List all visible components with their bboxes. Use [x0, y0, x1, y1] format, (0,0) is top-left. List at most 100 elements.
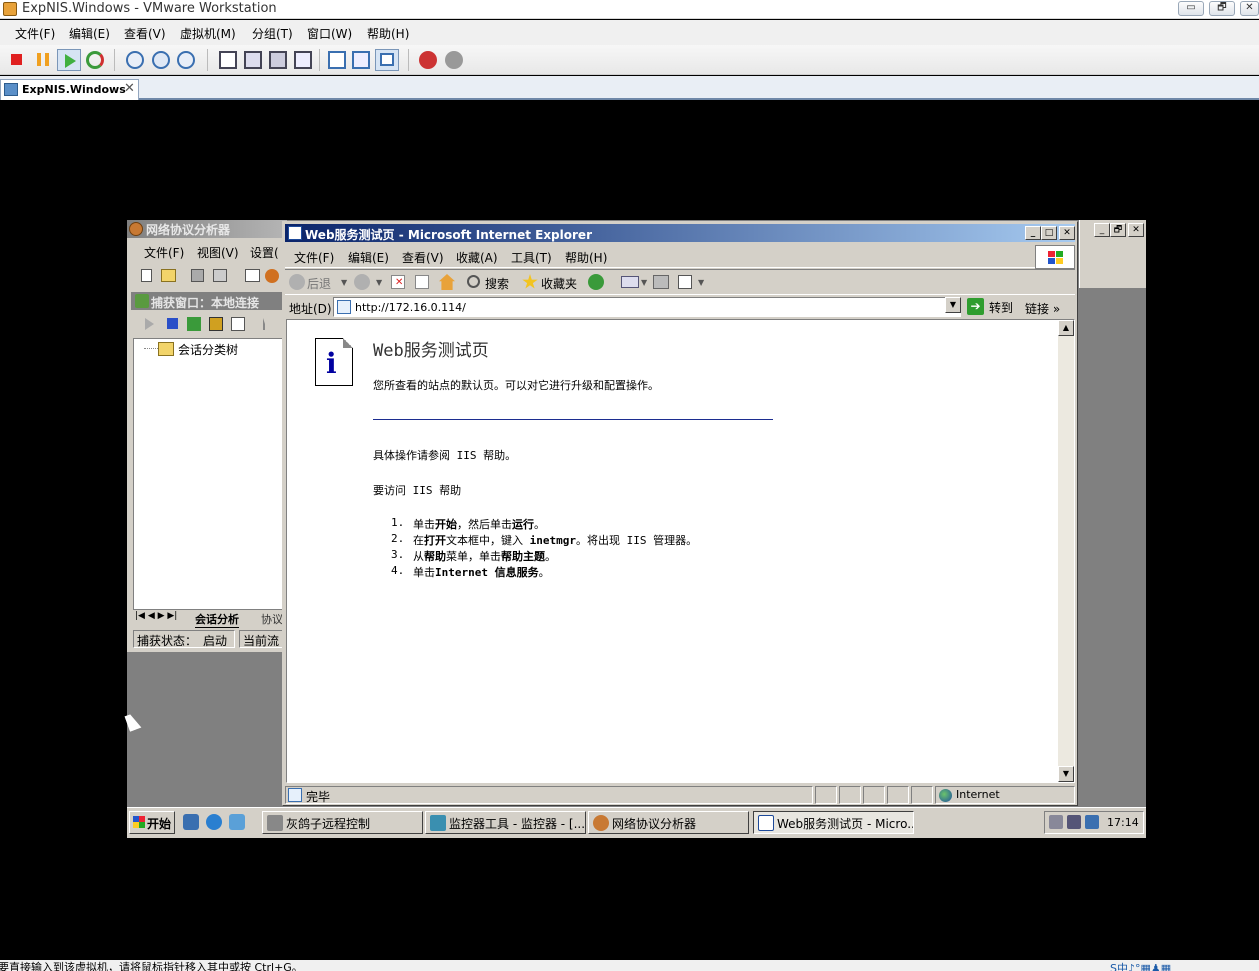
bg-close-button[interactable]: ✕ — [1128, 223, 1144, 237]
menu-window[interactable]: 窗口(W) — [307, 25, 352, 42]
restore-button[interactable]: 🗗 — [1209, 1, 1235, 16]
fullscreen-icon[interactable] — [244, 51, 262, 69]
ie-menu-tools[interactable]: 工具(T) — [511, 249, 552, 266]
tab-protocol[interactable]: 协议 — [261, 611, 283, 627]
ie-menu-favorites[interactable]: 收藏(A) — [456, 249, 498, 266]
taskbar-item-remote-control[interactable]: 灰鸽子远程控制 — [262, 811, 423, 834]
network-icon[interactable] — [1067, 815, 1081, 829]
save-icon[interactable] — [191, 269, 204, 282]
back-icon[interactable] — [289, 274, 305, 290]
power-off-icon[interactable] — [11, 54, 22, 65]
ie-menu-edit[interactable]: 编辑(E) — [348, 249, 389, 266]
forward-icon[interactable] — [354, 274, 370, 290]
background-window[interactable]: _ 🗗 ✕ — [1079, 220, 1146, 288]
home-icon[interactable] — [439, 274, 455, 290]
close-button[interactable]: ✕ — [1240, 1, 1259, 16]
new-file-icon[interactable] — [141, 269, 152, 282]
minimize-button[interactable]: ▭ — [1178, 1, 1204, 16]
console-view-icon[interactable] — [294, 51, 312, 69]
start-button[interactable]: 开始 — [129, 811, 175, 834]
bg-minimize-button[interactable]: _ — [1094, 223, 1110, 237]
edit-filter-icon[interactable] — [231, 317, 245, 331]
ie-window[interactable]: Web服务测试页 - Microsoft Internet Explorer _… — [282, 221, 1078, 806]
ie-menu-help[interactable]: 帮助(H) — [565, 249, 607, 266]
tray-app-icon[interactable] — [1049, 815, 1063, 829]
suspend-icon[interactable] — [37, 53, 49, 66]
menu-vm[interactable]: 虚拟机(M) — [180, 25, 236, 42]
reset-icon[interactable] — [86, 51, 104, 69]
ie-quicklaunch-icon[interactable] — [206, 814, 222, 830]
capture-window-titlebar[interactable]: 捕获窗口：本地连接 — [131, 292, 287, 310]
revert-snapshot-icon[interactable] — [152, 51, 170, 69]
start-capture-icon[interactable] — [145, 318, 154, 330]
tab-close-icon[interactable]: ✕ — [124, 81, 135, 96]
ie-minimize-button[interactable]: _ — [1025, 226, 1041, 240]
ie-menu-file[interactable]: 文件(F) — [294, 249, 334, 266]
refresh-icon[interactable] — [415, 275, 429, 289]
protocol-analyzer-window[interactable]: 网络协议分析器 文件(F) 视图(V) 设置( 捕获窗口：本地连接 会话分类树 … — [127, 220, 287, 652]
vertical-scrollbar[interactable]: ▲ ▼ — [1058, 320, 1074, 782]
appliance-view-icon[interactable] — [352, 51, 370, 69]
back-dropdown-icon[interactable]: ▼ — [341, 278, 347, 287]
snapshot-icon[interactable] — [126, 51, 144, 69]
search-icon[interactable] — [467, 275, 480, 288]
refresh-icon[interactable] — [187, 317, 201, 331]
ie-content-area[interactable]: i Web服务测试页 您所查看的站点的默认页。可以对它进行升级和配置操作。 具体… — [286, 319, 1075, 783]
power-on-button[interactable] — [57, 49, 81, 71]
menu-file[interactable]: 文件(F) — [15, 25, 55, 42]
address-url[interactable]: http://172.16.0.114/ — [355, 301, 466, 314]
open-folder-icon[interactable] — [161, 269, 176, 282]
export-icon[interactable] — [213, 269, 227, 282]
first-icon[interactable] — [263, 318, 271, 330]
tray-status-icon[interactable] — [1085, 815, 1099, 829]
scroll-down-icon[interactable]: ▼ — [1058, 766, 1074, 782]
settings-icon[interactable] — [265, 269, 279, 283]
snapshot-manager-icon[interactable] — [177, 51, 195, 69]
ie-titlebar[interactable]: Web服务测试页 - Microsoft Internet Explorer _… — [285, 224, 1075, 242]
analyzer-menu-settings[interactable]: 设置( — [250, 244, 279, 261]
explorer-quicklaunch-icon[interactable] — [229, 814, 245, 830]
forward-dropdown-icon[interactable]: ▼ — [376, 278, 382, 287]
mail-icon[interactable] — [621, 276, 639, 288]
edit-dropdown-icon[interactable]: ▼ — [698, 278, 704, 287]
edit-icon[interactable] — [678, 275, 692, 289]
record-icon[interactable] — [419, 51, 437, 69]
summary-view-icon[interactable] — [328, 51, 346, 69]
go-button[interactable]: ➔ 转到 — [967, 297, 1019, 317]
mail-dropdown-icon[interactable]: ▼ — [641, 278, 647, 287]
stop-icon[interactable]: ✕ — [391, 275, 405, 289]
print-icon[interactable] — [653, 275, 669, 289]
analyzer-menu-file[interactable]: 文件(F) — [144, 244, 184, 261]
links-button[interactable]: 链接 » — [1025, 300, 1060, 317]
address-input[interactable]: http://172.16.0.114/ — [333, 297, 961, 317]
analyzer-menu-view[interactable]: 视图(V) — [197, 244, 239, 261]
taskbar-item-ie[interactable]: Web服务测试页 - Micro... — [753, 811, 914, 834]
menu-edit[interactable]: 编辑(E) — [69, 25, 110, 42]
taskbar-item-monitor[interactable]: 监控器工具 - 监控器 - [... — [425, 811, 586, 834]
statistics-icon[interactable] — [209, 317, 223, 331]
ie-close-button[interactable]: ✕ — [1059, 226, 1075, 240]
taskbar-item-analyzer[interactable]: 网络协议分析器 — [588, 811, 749, 834]
tab-nav-buttons[interactable]: |◀ ◀ ▶ ▶| — [135, 611, 177, 621]
show-sidebar-icon[interactable] — [219, 51, 237, 69]
tab-expnis-windows[interactable]: ExpNIS.Windows ✕ — [0, 79, 139, 100]
tree-root-label[interactable]: 会话分类树 — [178, 341, 238, 358]
ie-menu-view[interactable]: 查看(V) — [402, 249, 444, 266]
search-button-label[interactable]: 搜索 — [485, 275, 509, 292]
filter-icon[interactable] — [245, 269, 260, 282]
unity-icon[interactable] — [269, 51, 287, 69]
analyzer-titlebar[interactable]: 网络协议分析器 — [127, 220, 287, 238]
scroll-up-icon[interactable]: ▲ — [1058, 320, 1074, 336]
guest-desktop[interactable]: _ 🗗 ✕ 网络协议分析器 文件(F) 视图(V) 设置( 捕获窗口：本地连接 — [127, 220, 1146, 838]
stop-capture-icon[interactable] — [167, 318, 178, 329]
show-desktop-icon[interactable] — [183, 814, 199, 830]
tab-session-analysis[interactable]: 会话分析 — [195, 611, 239, 628]
favorites-button-label[interactable]: 收藏夹 — [541, 275, 577, 292]
favorites-star-icon[interactable] — [522, 274, 538, 289]
session-tree[interactable]: 会话分类树 — [133, 338, 287, 610]
back-button-label[interactable]: 后退 — [307, 275, 331, 292]
menu-group[interactable]: 分组(T) — [252, 25, 293, 42]
replay-icon[interactable] — [445, 51, 463, 69]
address-dropdown-icon[interactable]: ▼ — [945, 297, 961, 313]
menu-help[interactable]: 帮助(H) — [367, 25, 409, 42]
